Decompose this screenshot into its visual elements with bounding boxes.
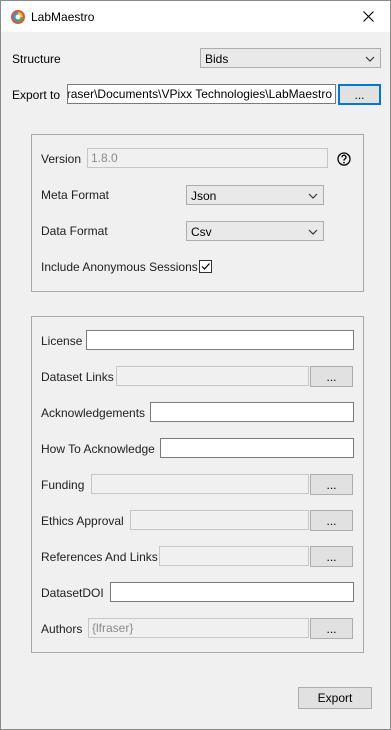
acknowledgements-label: Acknowledgements bbox=[41, 406, 146, 420]
authors-browse-button[interactable]: ... bbox=[310, 618, 353, 639]
dataset-links-browse-button[interactable]: ... bbox=[310, 366, 353, 387]
dataset-links-input bbox=[116, 366, 309, 386]
references-links-label: References And Links bbox=[41, 550, 158, 564]
acknowledgements-input[interactable] bbox=[150, 402, 354, 422]
data-format-select[interactable]: Csv bbox=[186, 221, 324, 241]
version-placeholder: 1.8.0 bbox=[91, 151, 118, 165]
license-input[interactable] bbox=[86, 330, 354, 350]
version-label: Version bbox=[41, 152, 82, 166]
ethics-approval-label: Ethics Approval bbox=[41, 514, 124, 528]
how-to-acknowledge-label: How To Acknowledge bbox=[41, 442, 155, 456]
meta-format-value: Json bbox=[191, 189, 217, 203]
include-anon-checkbox[interactable] bbox=[199, 260, 212, 273]
how-to-acknowledge-input[interactable] bbox=[160, 438, 354, 458]
meta-format-select[interactable]: Json bbox=[186, 185, 324, 205]
chevron-down-icon bbox=[308, 229, 318, 235]
structure-value: Bids bbox=[205, 52, 229, 66]
chevron-down-icon bbox=[308, 193, 318, 199]
authors-input: {lfraser} bbox=[88, 618, 309, 638]
include-anon-label: Include Anonymous Sessions bbox=[41, 260, 198, 274]
help-icon[interactable] bbox=[337, 152, 351, 166]
close-button[interactable] bbox=[346, 1, 390, 32]
funding-label: Funding bbox=[41, 478, 85, 492]
version-input: 1.8.0 bbox=[87, 148, 328, 168]
structure-select[interactable]: Bids bbox=[200, 48, 381, 68]
meta-format-label: Meta Format bbox=[41, 188, 110, 202]
dataset-links-label: Dataset Links bbox=[41, 370, 114, 384]
window-title: LabMaestro bbox=[31, 10, 95, 24]
dataset-doi-input[interactable] bbox=[110, 582, 354, 602]
export-browse-button[interactable]: ... bbox=[338, 84, 381, 105]
ethics-approval-browse-button[interactable]: ... bbox=[310, 510, 353, 531]
data-format-value: Csv bbox=[191, 225, 212, 239]
export-button[interactable]: Export bbox=[298, 687, 372, 709]
license-label: License bbox=[41, 334, 83, 348]
funding-input bbox=[91, 474, 309, 494]
dataset-doi-label: DatasetDOI bbox=[41, 586, 104, 600]
ethics-approval-input bbox=[130, 510, 309, 530]
export-path-input[interactable]: raser\Documents\VPixx Technologies\LabMa… bbox=[67, 84, 336, 104]
authors-placeholder: {lfraser} bbox=[92, 621, 134, 635]
checkmark-icon bbox=[201, 263, 210, 270]
export-path-value: raser\Documents\VPixx Technologies\LabMa… bbox=[67, 87, 332, 101]
data-format-label: Data Format bbox=[41, 224, 108, 238]
title-bar: LabMaestro bbox=[1, 1, 390, 32]
close-icon bbox=[362, 11, 374, 22]
authors-label: Authors bbox=[41, 622, 83, 636]
references-links-browse-button[interactable]: ... bbox=[310, 546, 353, 567]
references-links-input bbox=[159, 546, 309, 566]
structure-label: Structure bbox=[12, 52, 61, 66]
labmaestro-app-icon bbox=[11, 10, 25, 24]
labmaestro-window: LabMaestro Structure Bids Export to rase… bbox=[0, 0, 391, 730]
funding-browse-button[interactable]: ... bbox=[310, 474, 353, 495]
export-to-label: Export to bbox=[12, 88, 61, 102]
chevron-down-icon bbox=[365, 56, 375, 62]
